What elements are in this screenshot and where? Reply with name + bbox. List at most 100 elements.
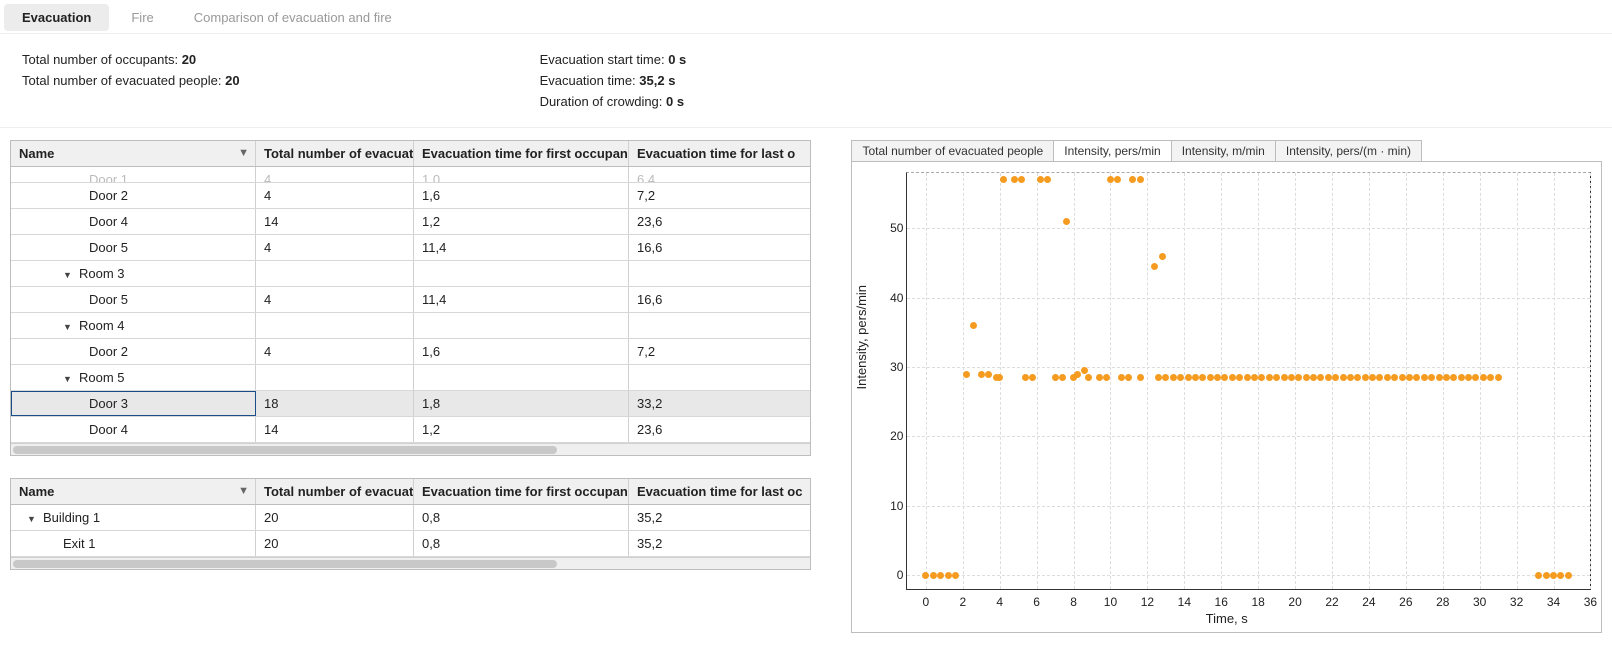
grid-body[interactable]: Door 141,06,4Door 241,67,2Door 4141,223,… xyxy=(11,167,810,443)
data-point xyxy=(1229,374,1236,381)
cell-total: 4 xyxy=(256,339,414,364)
cell-first: 0,8 xyxy=(414,531,629,556)
cell-first: 1,0 xyxy=(414,167,629,182)
tab-evacuation[interactable]: Evacuation xyxy=(4,4,109,31)
col-total[interactable]: Total number of evacuated xyxy=(256,141,414,166)
filter-icon[interactable]: ▼ xyxy=(238,485,249,497)
chart-area: Intensity, pers/min 01020304050024681012… xyxy=(851,161,1602,633)
table-row[interactable]: Door 4141,223,6 xyxy=(11,209,810,235)
col-first[interactable]: Evacuation time for first occupant, s xyxy=(414,141,629,166)
horizontal-scrollbar[interactable] xyxy=(11,443,810,455)
y-axis-label: Intensity, pers/min xyxy=(854,285,869,390)
table-row[interactable]: ▼Room 3 xyxy=(11,261,810,287)
table-row[interactable]: Door 241,67,2 xyxy=(11,339,810,365)
chart-tab-intensity-pers-m-min[interactable]: Intensity, pers/(m · min) xyxy=(1275,140,1422,161)
data-point xyxy=(1450,374,1457,381)
row-name: Door 5 xyxy=(89,292,128,307)
x-tick: 6 xyxy=(1033,595,1040,609)
grid-body[interactable]: ▼Building 1200,835,2Exit 1200,835,2 xyxy=(11,505,810,557)
data-point xyxy=(978,371,985,378)
row-name: Door 3 xyxy=(89,396,128,411)
filter-icon[interactable]: ▼ xyxy=(238,147,249,159)
x-tick: 24 xyxy=(1362,595,1375,609)
data-point xyxy=(1018,176,1025,183)
expand-icon[interactable]: ▼ xyxy=(63,374,75,384)
x-tick: 4 xyxy=(996,595,1003,609)
data-point xyxy=(1565,572,1572,579)
table-row[interactable]: ▼Room 5 xyxy=(11,365,810,391)
x-tick: 12 xyxy=(1141,595,1154,609)
x-tick: 34 xyxy=(1547,595,1560,609)
data-point xyxy=(1347,374,1354,381)
data-point xyxy=(1384,374,1391,381)
data-point xyxy=(1000,176,1007,183)
expand-icon[interactable]: ▼ xyxy=(27,514,39,524)
data-point xyxy=(1185,374,1192,381)
tab-comparison[interactable]: Comparison of evacuation and fire xyxy=(176,4,410,31)
y-tick: 0 xyxy=(873,568,903,582)
cell-total: 20 xyxy=(256,531,414,556)
table-row[interactable]: ▼Room 4 xyxy=(11,313,810,339)
col-total[interactable]: Total number of evacuated xyxy=(256,479,414,504)
data-point xyxy=(1325,374,1332,381)
x-tick: 22 xyxy=(1325,595,1338,609)
cell-last xyxy=(629,313,810,338)
data-point xyxy=(1399,374,1406,381)
data-point xyxy=(1376,374,1383,381)
col-name-label: Name xyxy=(19,484,54,499)
expand-icon[interactable]: ▼ xyxy=(63,270,75,280)
col-name[interactable]: Name ▼ xyxy=(11,479,256,504)
tab-fire[interactable]: Fire xyxy=(113,4,171,31)
row-name: Door 4 xyxy=(89,422,128,437)
table-row[interactable]: Door 3181,833,2 xyxy=(11,391,810,417)
x-tick: 10 xyxy=(1104,595,1117,609)
data-point xyxy=(1059,374,1066,381)
data-point xyxy=(1170,374,1177,381)
col-first[interactable]: Evacuation time for first occupant, s xyxy=(414,479,629,504)
col-last[interactable]: Evacuation time for last oc xyxy=(629,479,810,504)
data-point xyxy=(1107,176,1114,183)
table-row[interactable]: Exit 1200,835,2 xyxy=(11,531,810,557)
cell-first: 1,6 xyxy=(414,339,629,364)
chart-tab-intensity-m-min[interactable]: Intensity, m/min xyxy=(1171,140,1276,161)
table-row[interactable]: Door 5411,416,6 xyxy=(11,287,810,313)
scatter-plot[interactable]: 0102030405002468101214161820222426283032… xyxy=(906,172,1591,590)
cell-total: 4 xyxy=(256,167,414,182)
data-point xyxy=(1443,374,1450,381)
data-point xyxy=(1487,374,1494,381)
doors-grid: Name ▼ Total number of evacuated Evacuat… xyxy=(10,140,811,456)
cell-total: 4 xyxy=(256,183,414,208)
data-point xyxy=(1480,374,1487,381)
cell-first xyxy=(414,365,629,390)
row-name: Exit 1 xyxy=(63,536,96,551)
data-point xyxy=(996,374,1003,381)
data-point xyxy=(1162,374,1169,381)
table-row[interactable]: Door 141,06,4 xyxy=(11,167,810,183)
data-point xyxy=(963,371,970,378)
summary-line: Evacuation time: 35,2 s xyxy=(540,73,687,88)
col-name[interactable]: Name ▼ xyxy=(11,141,256,166)
table-row[interactable]: Door 5411,416,6 xyxy=(11,235,810,261)
data-point xyxy=(1472,374,1479,381)
summary-panel: Total number of occupants: 20Total numbe… xyxy=(0,34,1612,128)
data-point xyxy=(1192,374,1199,381)
cell-total: 18 xyxy=(256,391,414,416)
data-point xyxy=(1159,253,1166,260)
table-row[interactable]: Door 241,67,2 xyxy=(11,183,810,209)
summary-line: Total number of evacuated people: 20 xyxy=(22,73,240,88)
data-point xyxy=(1081,367,1088,374)
chart-tab-total[interactable]: Total number of evacuated people xyxy=(851,140,1054,161)
cell-last: 7,2 xyxy=(629,339,810,364)
col-last[interactable]: Evacuation time for last o xyxy=(629,141,810,166)
horizontal-scrollbar[interactable] xyxy=(11,557,810,569)
expand-icon[interactable]: ▼ xyxy=(63,322,75,332)
chart-tab-intensity-pers-min[interactable]: Intensity, pers/min xyxy=(1053,140,1171,161)
data-point xyxy=(1273,374,1280,381)
data-point xyxy=(1029,374,1036,381)
data-point xyxy=(1214,374,1221,381)
table-row[interactable]: ▼Building 1200,835,2 xyxy=(11,505,810,531)
cell-total: 14 xyxy=(256,417,414,442)
data-point xyxy=(1151,263,1158,270)
table-row[interactable]: Door 4141,223,6 xyxy=(11,417,810,443)
cell-first: 1,6 xyxy=(414,183,629,208)
